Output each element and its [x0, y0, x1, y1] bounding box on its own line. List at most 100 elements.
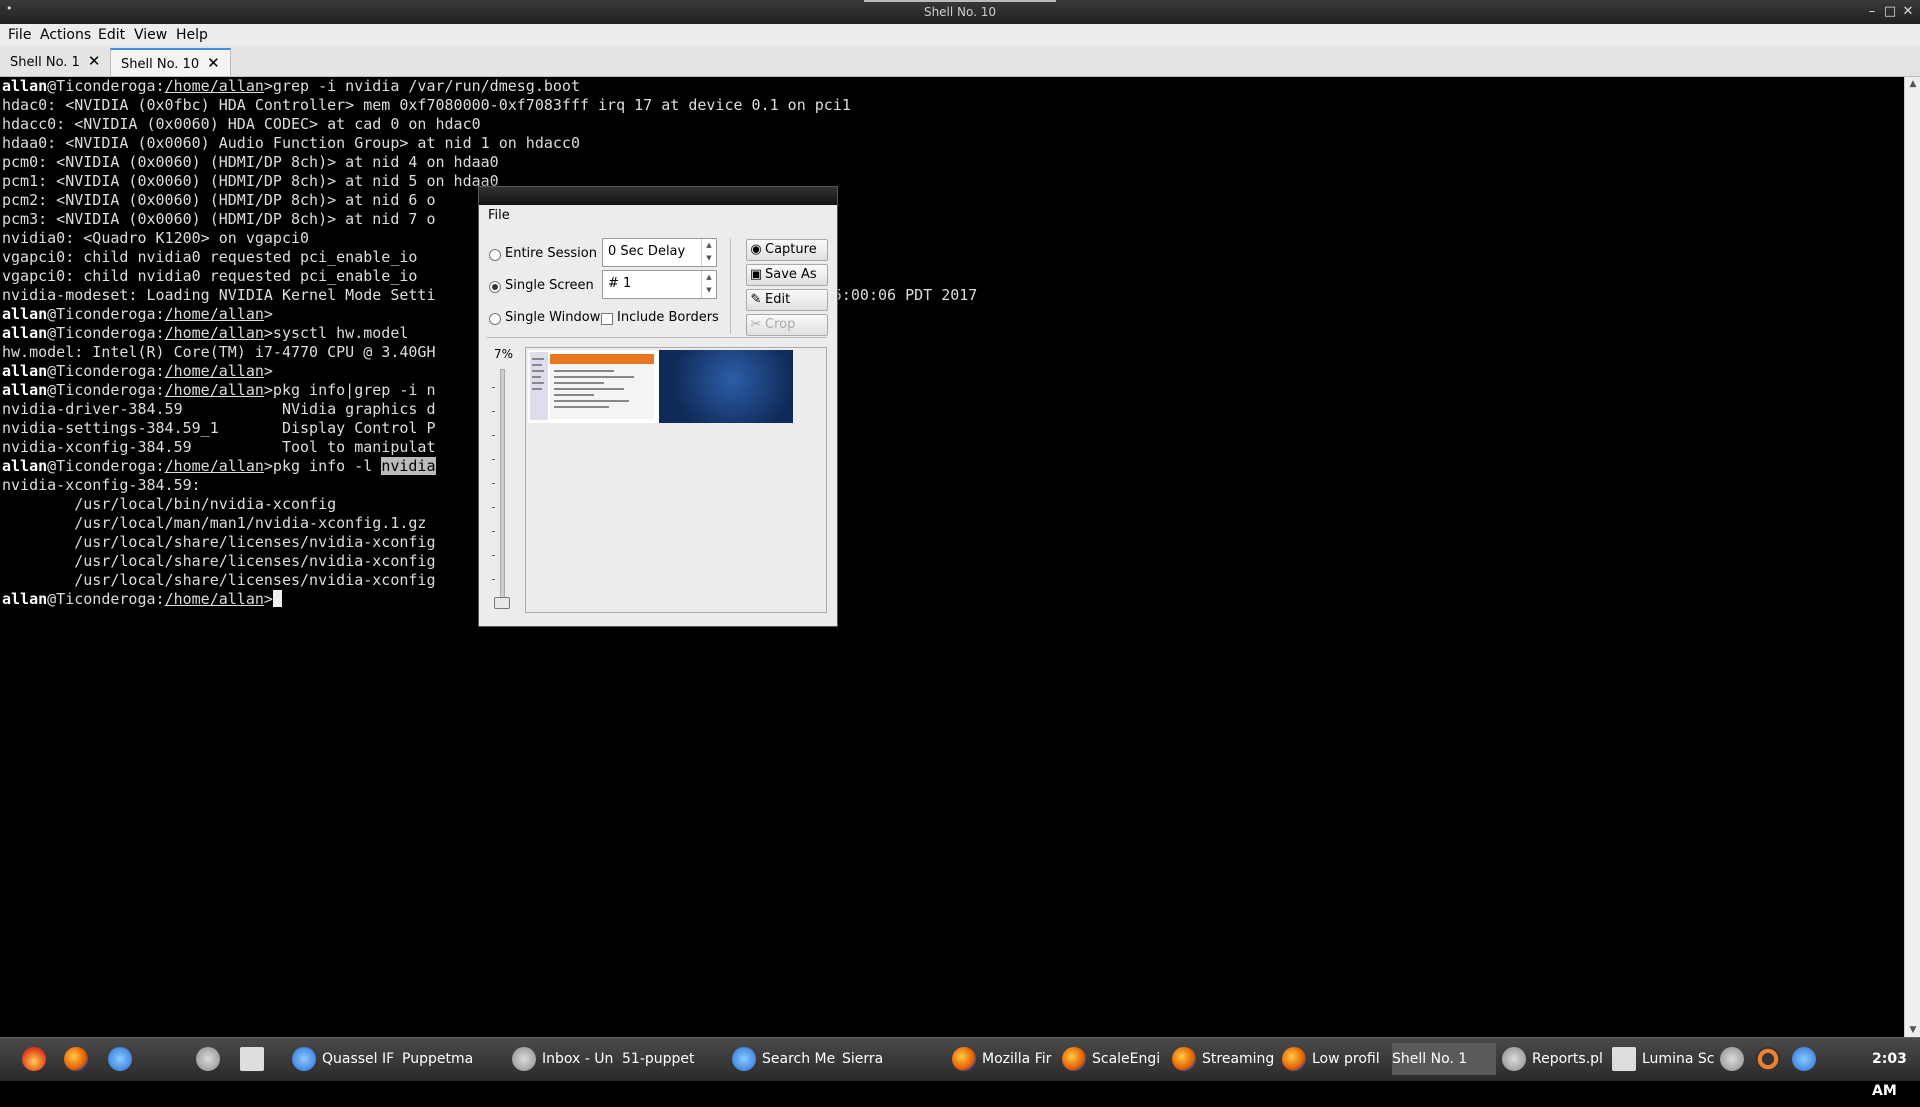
prompt-command: >grep -i nvidia /var/run/dmesg.boot [263, 77, 580, 95]
tab-shell-10[interactable]: Shell No. 10 ✕ [110, 48, 231, 76]
close-tab-icon[interactable]: ✕ [88, 52, 101, 70]
taskbar-task-3[interactable]: 51-puppet [622, 1043, 726, 1075]
task-label: 51-puppet [622, 1051, 695, 1067]
window-titlebar[interactable]: • Shell No. 10 – □ ✕ [0, 0, 1920, 24]
taskbar-task-0[interactable]: Quassel IF [292, 1043, 396, 1075]
flame-icon[interactable] [22, 1043, 52, 1075]
tab-bar: Shell No. 1 ✕ Shell No. 10 ✕ [0, 46, 1920, 77]
preview-thumbnail-left [530, 352, 654, 420]
single-window-radio[interactable] [489, 313, 501, 325]
settings-icon[interactable] [196, 1043, 226, 1075]
taskbar-task-9[interactable]: Low profil [1282, 1043, 1386, 1075]
terminal-output[interactable]: allan@Ticonderoga:/home/allan>grep -i nv… [0, 77, 1904, 1037]
task-app-icon [1502, 1047, 1526, 1071]
zoom-handle[interactable] [494, 597, 510, 609]
menu-edit[interactable]: Edit [98, 27, 125, 43]
divider [730, 239, 731, 334]
taskbar-task-1[interactable]: Puppetma [402, 1043, 506, 1075]
menu-actions[interactable]: Actions [40, 27, 91, 43]
screen-stepper-icon[interactable]: ▲ ▼ [701, 271, 716, 298]
text-cursor [272, 590, 282, 607]
capture-button[interactable]: ◉ Capture [746, 239, 828, 261]
delay-spinbox[interactable]: 0 Sec Delay ▲ ▼ [602, 238, 717, 267]
terminal-output-line: hdaa0: <NVIDIA (0x0060) Audio Function G… [2, 134, 580, 152]
task-app-icon [512, 1047, 536, 1071]
zoom-slider[interactable]: 7% [489, 347, 513, 612]
screen-spinbox[interactable]: # 1 ▲ ▼ [602, 270, 717, 299]
terminal-output-line: pcm0: <NVIDIA (0x0060) (HDMI/DP 8ch)> at… [2, 153, 499, 171]
menu-bar: File Actions Edit View Help [0, 24, 1920, 46]
terminal-output-line: /usr/local/bin/nvidia-xconfig [2, 495, 337, 513]
edit-button[interactable]: ✎ Edit [746, 289, 828, 311]
close-icon[interactable]: ✕ [1900, 4, 1916, 19]
terminal-output-line: vgapci0: child nvidia0 requested pci_ena… [2, 248, 418, 266]
task-label: ScaleEngi [1092, 1051, 1161, 1067]
zoom-tick [492, 555, 495, 556]
clock[interactable]: 2:03 AM [1872, 1043, 1920, 1099]
prompt-command: > [263, 590, 273, 608]
taskbar-task-2[interactable]: Inbox - Un [512, 1043, 616, 1075]
prompt-host: @Ticonderoga: [47, 305, 165, 323]
entire-session-label[interactable]: Entire Session [505, 246, 597, 261]
single-window-label[interactable]: Single Window [505, 310, 600, 325]
tray-network-icon[interactable] [1792, 1043, 1822, 1075]
maximize-icon[interactable]: □ [1882, 4, 1898, 19]
save-as-button[interactable]: ▣ Save As [746, 264, 828, 286]
tray-tools-icon[interactable] [1720, 1043, 1750, 1075]
taskbar-task-11[interactable]: Reports.pl [1502, 1043, 1606, 1075]
taskbar-task-5[interactable]: Sierra [842, 1043, 946, 1075]
camera-icon: ◉ [750, 242, 762, 257]
prompt-command: >sysctl hw.model [263, 324, 409, 342]
tab-label: Shell No. 1 [10, 55, 80, 70]
crop-button[interactable]: ✂ Crop [746, 314, 828, 336]
tray-lifebuoy-icon[interactable] [1756, 1043, 1786, 1075]
menu-file[interactable]: File [8, 27, 31, 43]
single-screen-label[interactable]: Single Screen [505, 278, 594, 293]
taskbar-task-8[interactable]: Streaming [1172, 1043, 1276, 1075]
dialog-titlebar[interactable] [479, 187, 837, 205]
task-app-icon [1612, 1047, 1636, 1071]
include-borders-checkbox[interactable] [601, 313, 613, 325]
terminal-output-line: /usr/local/share/licenses/nvidia-xconfig [2, 533, 436, 551]
firefox-icon[interactable] [64, 1043, 94, 1075]
close-tab-icon[interactable]: ✕ [207, 54, 220, 72]
prompt-user: allan [2, 77, 48, 95]
task-app-icon [732, 1047, 756, 1071]
scroll-down-icon[interactable]: ▼ [1905, 1025, 1920, 1035]
taskbar-task-4[interactable]: Search Me [732, 1043, 836, 1075]
task-label: Quassel IF [322, 1051, 395, 1067]
terminal-scrollbar[interactable]: ▲ ▼ [1904, 77, 1920, 1037]
taskbar-task-7[interactable]: ScaleEngi [1062, 1043, 1166, 1075]
task-label: Shell No. 1 [1392, 1051, 1468, 1067]
include-borders-label[interactable]: Include Borders [617, 310, 719, 325]
taskbar-task-12[interactable]: Lumina Sc [1612, 1043, 1716, 1075]
prompt-host: @Ticonderoga: [47, 457, 165, 475]
terminal-output-line: vgapci0: child nvidia0 requested pci_ena… [2, 267, 418, 285]
taskbar-task-10[interactable]: Shell No. 1 [1392, 1043, 1496, 1075]
zoom-track[interactable] [500, 369, 505, 606]
task-label: Sierra [842, 1051, 884, 1067]
selected-text: nvidia [381, 457, 436, 475]
entire-session-radio[interactable] [489, 249, 501, 261]
taskbar-task-6[interactable]: Mozilla Fir [952, 1043, 1056, 1075]
prompt-command: >pkg info|grep -i n [263, 381, 436, 399]
dialog-menu-file[interactable]: File [479, 205, 837, 227]
taskbar: 2:03 AM Quassel IF Puppetma Inbox - Un 51-p… [0, 1037, 1920, 1099]
prompt-user: allan [2, 305, 48, 323]
scroll-up-icon[interactable]: ▲ [1905, 79, 1920, 89]
terminal-output-line: pcm2: <NVIDIA (0x0060) (HDMI/DP 8ch)> at… [2, 191, 436, 209]
task-label: Streaming [1202, 1051, 1275, 1067]
menu-view[interactable]: View [134, 27, 167, 43]
thunderbird-icon[interactable] [108, 1043, 138, 1075]
terminal-output-line: pcm1: <NVIDIA (0x0060) (HDMI/DP 8ch)> at… [2, 172, 499, 190]
single-screen-radio[interactable] [489, 281, 501, 293]
menu-help[interactable]: Help [176, 27, 208, 43]
window-icon[interactable] [240, 1043, 270, 1075]
prompt-user: allan [2, 381, 48, 399]
tab-shell-1[interactable]: Shell No. 1 ✕ [0, 48, 110, 74]
delay-stepper-icon[interactable]: ▲ ▼ [701, 239, 716, 266]
prompt-path: /home/allan [164, 362, 264, 380]
terminal-output-line: pcm3: <NVIDIA (0x0060) (HDMI/DP 8ch)> at… [2, 210, 436, 228]
minimize-icon[interactable]: – [1864, 4, 1880, 19]
task-app-icon [952, 1047, 976, 1071]
